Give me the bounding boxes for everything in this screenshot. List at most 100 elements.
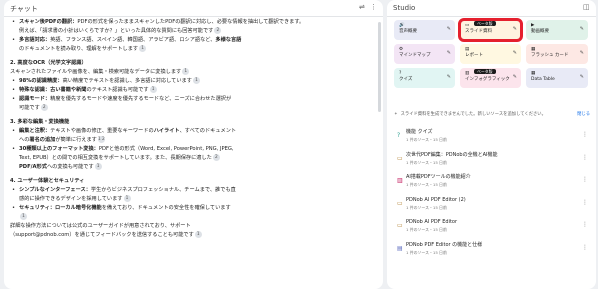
edit-icon[interactable]: ✎	[580, 74, 584, 80]
citation-chip[interactable]: 1	[149, 86, 157, 93]
more-options-icon[interactable]: ⋮	[582, 131, 588, 138]
continuation-line: 例えば、「請求書の小計はいくらですか？」といった具体的な質問にも回答可能です 2	[10, 27, 371, 36]
tool-tile-mindmap[interactable]: ⚙ マインドマップ ✎	[394, 44, 455, 64]
collapse-panel-icon[interactable]: ◫	[583, 3, 590, 11]
edit-icon[interactable]: ✎	[580, 50, 584, 56]
tool-tile-slides[interactable]: ▭ スライド資料 ベータ版 ✎	[458, 18, 523, 42]
infographic-icon: ▥	[397, 177, 403, 184]
note-meta: 1 件のソース・15 日前	[406, 182, 447, 187]
note-item[interactable]: ▥ AI搭載PDFツールの機能紹介 1 件のソース・15 日前 ⋮	[394, 171, 592, 194]
note-title: PDNob PDF Editor の機能と仕様	[406, 241, 483, 248]
note-item[interactable]: ▤ PDNob PDF Editor の機能と仕様 1 件のソース・15 日前 ⋮	[394, 239, 592, 262]
bold-label: セキュリティ：	[19, 205, 56, 211]
citation-chip[interactable]: 1	[123, 195, 131, 202]
studio-tools: 🔊 音声概要 ✎ ▭ スライド資料 ベータ版 ✎ ▶ 動画概要 ✎ ⚙ マインドマップ ✎ ▤ レポート ✎ ▦…	[394, 18, 590, 88]
tool-tile-infographic[interactable]: ▥ インフォグラフィック ベータ版 ✎	[460, 68, 521, 88]
section-heading: 4. ユーザー体験とセキュリティ	[10, 177, 371, 186]
more-icon[interactable]: ⋮	[370, 3, 377, 11]
bold-label: 多言語対応：	[19, 37, 51, 43]
tool-tile-waveform[interactable]: 🔊 音声概要 ✎	[394, 20, 455, 40]
studio-notes-list: ? 機能 クイズ 1 件のソース・15 日前 ⋮ ▭ 次世代PDF編集：PDNobの全機と…	[394, 126, 592, 261]
line-text: 。また、長期保存に適した	[149, 155, 212, 161]
line-text: を備えており、ドキュメントの安全性を確保しています	[101, 205, 231, 211]
bold-label: シンプルなインターフェース：	[19, 187, 91, 193]
bullet-item: • 98%の認識精度：高い精度でテキストを認識し、多言語に対応しています 1	[10, 77, 371, 86]
citation-chip[interactable]: 1	[20, 213, 27, 220]
line-text: のテキスト認識も可能です	[86, 87, 149, 93]
more-options-icon[interactable]: ⋮	[582, 176, 588, 183]
more-options-icon[interactable]: ⋮	[582, 244, 588, 251]
section-heading: 3. 多彩な編集・変換機能	[10, 118, 371, 127]
bullet-dot: •	[12, 87, 16, 93]
continuation-line: 1	[10, 213, 371, 222]
line-text: 可能です	[19, 105, 40, 111]
line-text: PDFと他の形式（Word, Excel, PowerPoint, PNG, J…	[98, 146, 234, 152]
note-title: 次世代PDF編集：PDNobの全機とAI機能	[406, 151, 498, 158]
bullet-item: • セキュリティ：ローカル暗号化機能を備えており、ドキュメントの安全性を確保してい…	[10, 204, 371, 213]
note-item[interactable]: ? 機能 クイズ 1 件のソース・15 日前 ⋮	[394, 126, 592, 149]
note-meta: 1 件のソース・15 日前	[406, 249, 447, 255]
chat-scrollbar[interactable]	[378, 22, 381, 112]
bullet-item: • 特殊な認識：古い書籍や新聞のテキスト認識も可能です 1	[10, 86, 371, 95]
citation-chip[interactable]: 1	[94, 163, 102, 170]
tool-tile-quiz[interactable]: ? クイズ ✎	[394, 68, 455, 88]
bold-label: 編集と注釈：	[19, 128, 51, 134]
citation-chip[interactable]: 2	[214, 27, 222, 34]
more-options-icon[interactable]: ⋮	[582, 154, 588, 161]
citation-chip[interactable]: 1	[192, 77, 200, 84]
bold-label: スキャン後PDFの翻訳：	[19, 19, 78, 25]
citation-chip[interactable]: 2	[40, 104, 48, 111]
dismiss-link[interactable]: 閉じる	[577, 108, 590, 121]
edit-icon[interactable]: ✎	[447, 74, 451, 80]
tool-tile-datatable[interactable]: ▦ Data Table ✎	[526, 68, 588, 88]
bold-term: 署名の追加	[29, 137, 56, 143]
line-text: への変換も可能です	[46, 164, 94, 170]
edit-icon[interactable]: ✎	[513, 50, 517, 56]
line-text: 高い精度でテキストを認識し、多言語に対応しています	[62, 78, 192, 84]
note-item[interactable]: ▭ PDNob AI PDF Editor 1 件のソース・15 日前 ⋮	[394, 216, 592, 239]
report-icon: ▤	[397, 244, 403, 252]
line-text: 英語、フランス語、スペイン語、韓国語、アラビア語、ロシア語など、	[50, 37, 216, 43]
note-meta: 1 件のソース・15 日前	[406, 137, 447, 142]
citation-chip[interactable]: 1	[194, 231, 202, 238]
note-title: PDNob AI PDF Editor	[406, 219, 458, 225]
studio-panel: Studio ◫ 🔊 音声概要 ✎ ▭ スライド資料 ベータ版 ✎ ▶ 動画概要 ✎ ⚙ マインドマッ…	[387, 0, 596, 289]
edit-icon[interactable]: ✎	[580, 26, 584, 32]
note-item[interactable]: ▭ PDNob AI PDF Editor (2) 1 件のソース・15 日前 ⋮	[394, 194, 592, 217]
error-notice: ✦ スライド資料を生成できませんでした。新しいソースを追加してください。 閉じる	[394, 108, 590, 121]
slides-icon: ▭	[397, 199, 403, 207]
citation-chip[interactable]: 2	[212, 154, 220, 161]
more-options-icon[interactable]: ⋮	[582, 221, 588, 228]
studio-title: Studio	[393, 4, 416, 12]
tool-tile-flashcard[interactable]: ▦ フラッシュ カード ✎	[526, 44, 588, 64]
edit-icon[interactable]: ✎	[447, 50, 451, 56]
note-title: 機能 クイズ	[406, 129, 433, 135]
citation-chip[interactable]: 1	[139, 45, 147, 52]
bold-label: 特殊な認識：	[19, 87, 51, 93]
line-text: 精度を優先するモードや速度を優先するモードなど、ニーズに合わせた選択が	[50, 96, 232, 102]
continuation-line: 感的に操作できるデザインを採用しています 1	[10, 195, 371, 204]
tune-icon[interactable]: ⇌	[359, 3, 365, 11]
line-text: 学生からビジネスプロフェッショナル、チームまで、誰でも直	[90, 187, 236, 193]
citation-chip[interactable]: 1	[182, 68, 190, 75]
more-options-icon[interactable]: ⋮	[582, 199, 588, 206]
slides-icon: ▭	[397, 222, 403, 229]
line-text: （support@pdnob.com）を通じてフィードバックを送信することも可能…	[10, 232, 194, 238]
line-text: 2. 高度なOCR（光学文字認識）	[10, 60, 87, 66]
citation-chip[interactable]: 1 2	[97, 136, 105, 143]
note-title: AI搭載PDFツールの機能紹介	[406, 174, 471, 180]
note-item[interactable]: ▭ 次世代PDF編集：PDNobの全機とAI機能 1 件のソース・15 日前 ⋮	[394, 149, 592, 172]
bullet-dot: •	[12, 19, 16, 25]
edit-icon[interactable]: ✎	[513, 26, 517, 32]
continuation-line: 可能です 2	[10, 104, 371, 113]
note-title: PDNob AI PDF Editor (2)	[406, 196, 466, 203]
edit-icon[interactable]: ✎	[513, 74, 517, 80]
tool-tile-report[interactable]: ▤ レポート ✎	[460, 44, 521, 64]
bullet-dot: •	[12, 37, 16, 43]
continuation-line: への署名の追加が簡単に行えます1 2	[10, 136, 371, 145]
bullet-dot: •	[12, 205, 16, 211]
tool-tile-video[interactable]: ▶ 動画概要 ✎	[526, 20, 588, 40]
edit-icon[interactable]: ✎	[447, 26, 451, 32]
bold-term: 多様な言語	[215, 37, 242, 43]
line-text: 、すべてのドキュメント	[179, 128, 237, 134]
